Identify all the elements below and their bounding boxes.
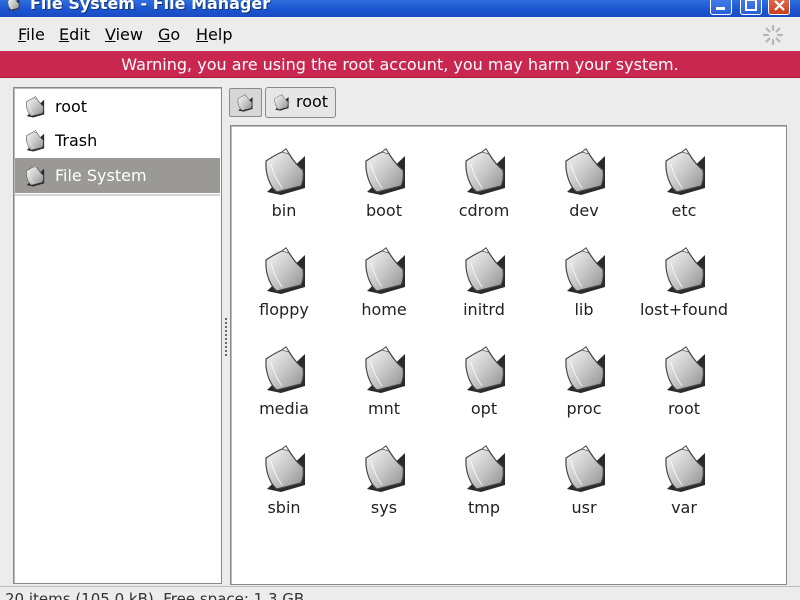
folder-icon [563, 445, 607, 493]
crumb-label: root [296, 92, 329, 111]
folder-label: lost+found [639, 300, 729, 319]
folder-icon [263, 148, 307, 196]
folder-item[interactable]: etc [634, 148, 734, 238]
close-icon [774, 0, 785, 11]
folder-label: lib [574, 300, 594, 319]
folder-label: boot [365, 201, 402, 220]
place-file-system[interactable]: File System [15, 158, 220, 193]
menu-go[interactable]: Go [158, 25, 180, 44]
folder-item[interactable]: floppy [234, 247, 334, 337]
places-sidebar: root Trash File System [13, 87, 222, 584]
folder-icon [263, 346, 307, 394]
place-label: Trash [55, 131, 98, 150]
drive-icon [24, 165, 46, 187]
folder-label: var [671, 498, 697, 517]
folder-icon [563, 346, 607, 394]
minimize-button[interactable] [710, 0, 732, 15]
icon-view[interactable]: bin boot cdrom dev etc floppy home initr… [230, 125, 787, 585]
title-bar[interactable]: File System - File Manager [0, 0, 800, 17]
folder-item[interactable]: media [234, 346, 334, 436]
folder-label: mnt [368, 399, 400, 418]
folder-item[interactable]: boot [334, 148, 434, 238]
folder-label: initrd [463, 300, 505, 319]
folder-item[interactable]: lib [534, 247, 634, 337]
folder-label: dev [569, 201, 599, 220]
folder-icon [463, 445, 507, 493]
folder-label: sys [370, 498, 398, 517]
window-title: File System - File Manager [30, 0, 271, 13]
folder-item[interactable]: mnt [334, 346, 434, 436]
folder-item[interactable]: home [334, 247, 434, 337]
folder-item[interactable]: var [634, 445, 734, 535]
folder-icon [463, 247, 507, 295]
place-root[interactable]: root [15, 89, 220, 124]
folder-label: floppy [259, 300, 309, 319]
folder-item[interactable]: sbin [234, 445, 334, 535]
folder-item[interactable]: bin [234, 148, 334, 238]
folder-label: etc [671, 201, 697, 220]
folder-icon [363, 247, 407, 295]
trash-icon [24, 130, 46, 152]
folder-icon [263, 445, 307, 493]
folder-label: media [259, 399, 309, 418]
folder-item[interactable]: initrd [434, 247, 534, 337]
place-label: root [55, 97, 88, 116]
menu-file[interactable]: File [18, 25, 45, 44]
home-folder-icon [24, 96, 46, 118]
sidebar-divider [15, 194, 220, 196]
folder-icon [563, 247, 607, 295]
folder-label: root [667, 399, 701, 418]
folder-label: tmp [467, 498, 500, 517]
root-warning-banner: Warning, you are using the root account,… [0, 51, 800, 78]
folder-item[interactable]: sys [334, 445, 434, 535]
app-icon [6, 0, 21, 11]
status-text: 20 items (105.0 kB), Free space: 1.3 GB [5, 590, 305, 600]
maximize-button[interactable] [740, 0, 762, 15]
menu-bar: File Edit View Go Help [0, 17, 800, 51]
folder-icon [463, 148, 507, 196]
folder-icon [563, 148, 607, 196]
folder-item[interactable]: opt [434, 346, 534, 436]
folder-label: usr [571, 498, 597, 517]
throbber-icon [762, 24, 784, 46]
folder-icon [273, 94, 290, 111]
folder-icon [263, 247, 307, 295]
status-bar: 20 items (105.0 kB), Free space: 1.3 GB [0, 586, 800, 600]
folder-label: proc [566, 399, 602, 418]
menu-edit[interactable]: Edit [59, 25, 90, 44]
folder-label: home [361, 300, 407, 319]
folder-icon [463, 346, 507, 394]
place-trash[interactable]: Trash [15, 123, 220, 158]
folder-item[interactable]: proc [534, 346, 634, 436]
path-crumb-root[interactable]: root [265, 87, 336, 118]
folder-icon [663, 445, 707, 493]
folder-label: opt [470, 399, 498, 418]
folder-icon [663, 247, 707, 295]
close-button[interactable] [768, 0, 790, 15]
folder-item[interactable]: usr [534, 445, 634, 535]
folder-icon [663, 346, 707, 394]
folder-icon [363, 148, 407, 196]
minimize-icon [716, 7, 725, 10]
folder-item[interactable]: tmp [434, 445, 534, 535]
pane-resize-handle[interactable] [224, 318, 228, 358]
folder-label: bin [271, 201, 297, 220]
folder-item[interactable]: dev [534, 148, 634, 238]
place-label: File System [55, 166, 147, 185]
folder-icon [663, 148, 707, 196]
folder-label: sbin [267, 498, 301, 517]
path-up-button[interactable] [229, 88, 262, 117]
folder-item[interactable]: root [634, 346, 734, 436]
folder-icon [363, 346, 407, 394]
maximize-icon [745, 0, 757, 11]
folder-item[interactable]: cdrom [434, 148, 534, 238]
drive-icon [236, 94, 254, 112]
folder-label: cdrom [458, 201, 510, 220]
folder-icon [363, 445, 407, 493]
menu-help[interactable]: Help [196, 25, 232, 44]
folder-item[interactable]: lost+found [634, 247, 734, 337]
menu-view[interactable]: View [105, 25, 143, 44]
